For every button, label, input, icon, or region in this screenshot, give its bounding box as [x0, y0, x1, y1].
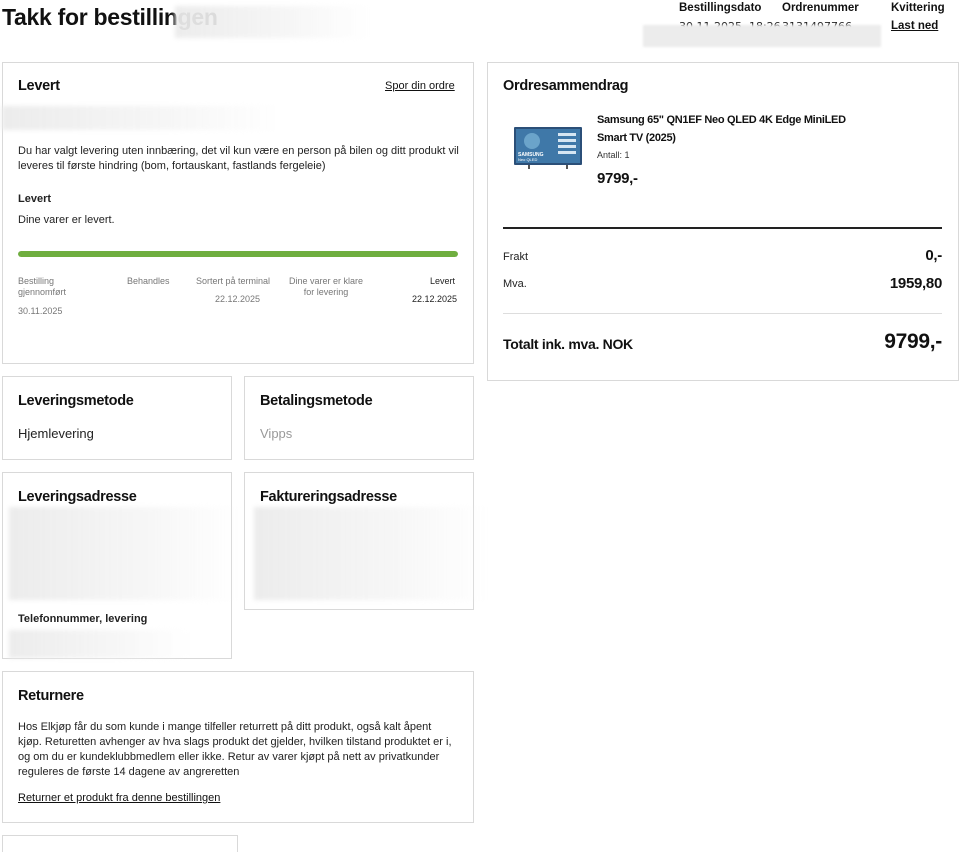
step-date-sorted: 22.12.2025 — [215, 294, 261, 304]
payment-method-title: Betalingsmetode — [260, 393, 373, 409]
return-product-link[interactable]: Returner et produkt fra denne bestilling… — [18, 792, 220, 804]
total-value: 9799,- — [884, 330, 942, 353]
delivery-phone-label: Telefonnummer, levering — [18, 613, 148, 625]
vat-label: Mva. — [503, 278, 527, 290]
status-card-title: Levert — [18, 78, 60, 94]
product-price: 9799,- — [597, 170, 638, 187]
receipt-label: Kvittering — [891, 2, 945, 14]
step-date-ordered: 30.11.2025 — [18, 306, 63, 316]
step-label-sorted: Sortert på terminal — [196, 276, 271, 286]
returns-text: Hos Elkjøp får du som kunde i mange tilf… — [18, 721, 452, 778]
shipping-label: Frakt — [503, 251, 529, 263]
summary-title: Ordresammendrag — [503, 78, 629, 94]
redacted-delivery-phone — [9, 630, 189, 658]
delivery-method-value: Hjemlevering — [18, 426, 94, 441]
redacted-name — [175, 6, 370, 38]
delivery-info-text: Du har valgt levering uten innbæring, de… — [18, 145, 459, 172]
shipping-value: 0,- — [925, 247, 942, 264]
order-date-label: Bestillingsdato — [679, 2, 762, 14]
redacted-delivery-address — [9, 507, 239, 600]
vat-value: 1959,80 — [889, 275, 942, 292]
redacted-billing-address — [254, 507, 486, 600]
billing-address-title: Faktureringsadresse — [260, 489, 397, 505]
payment-method-value: Vipps — [260, 426, 293, 441]
step-label-ready: Dine varer er klare for levering — [288, 276, 364, 297]
total-label: Totalt ink. mva. NOK — [503, 336, 633, 352]
delivery-address-title: Leveringsadresse — [18, 489, 137, 505]
product-quantity: Antall: 1 — [597, 150, 630, 160]
delivery-progress-bar — [18, 251, 458, 257]
product-name[interactable]: Samsung 65" QN1EF Neo QLED 4K Edge MiniL… — [597, 111, 872, 147]
redacted-order-meta — [643, 25, 881, 47]
returns-title: Returnere — [18, 688, 84, 704]
payment-method-card — [244, 376, 474, 460]
status-heading: Levert — [18, 193, 52, 205]
redacted-delivery-name — [2, 106, 282, 130]
summary-divider — [503, 313, 942, 314]
step-date-delivered: 22.12.2025 — [412, 294, 458, 304]
order-number-label: Ordrenummer — [782, 2, 859, 14]
delivery-progress-fill — [18, 251, 458, 257]
download-receipt-link[interactable]: Last ned — [891, 20, 938, 32]
status-text: Dine varer er levert. — [18, 214, 115, 226]
svg-text:Neo QLED: Neo QLED — [518, 157, 537, 162]
tv-product-thumbnail[interactable]: SAMSUNG Neo QLED — [514, 127, 582, 169]
step-label-processing: Behandles — [127, 276, 170, 286]
delivery-method-title: Leveringsmetode — [18, 393, 134, 409]
additional-card — [2, 835, 238, 852]
track-order-link[interactable]: Spor din ordre — [385, 80, 455, 92]
summary-divider-strong — [503, 227, 942, 229]
delivery-method-card — [2, 376, 232, 460]
step-label-delivered: Levert — [430, 276, 456, 286]
step-label-ordered: Bestilling gjennomført — [18, 276, 67, 297]
